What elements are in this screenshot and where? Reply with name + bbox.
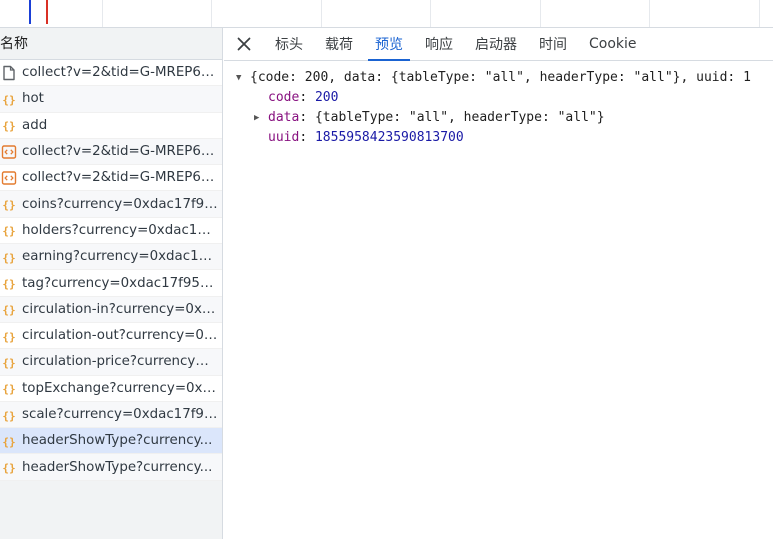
tab-response[interactable]: 响应	[414, 28, 464, 60]
xhr-icon: {}	[1, 354, 17, 370]
json-property-row: code: 200	[268, 90, 339, 105]
request-name: circulation-in?currency=0xd...	[22, 301, 218, 317]
waterfall-gridline	[759, 0, 760, 27]
svg-text:{}: {}	[2, 93, 15, 106]
json-value: {tableType: "all", headerType: "all"}	[314, 110, 605, 125]
tab-preview[interactable]: 预览	[364, 28, 414, 61]
svg-text:{}: {}	[2, 356, 15, 369]
request-name: hot	[22, 91, 44, 107]
json-key: data	[268, 110, 300, 125]
request-row[interactable]: {} tag?currency=0xdac17f958...	[0, 270, 222, 297]
waterfall-gridline	[540, 0, 541, 27]
request-row[interactable]: collect?v=2&tid=G-MREP6F...	[0, 60, 222, 87]
waterfall-gridline	[321, 0, 322, 27]
request-name: scale?currency=0xdac17f95...	[22, 407, 218, 422]
waterfall-gridline	[430, 0, 431, 27]
xhr-icon: {}	[1, 433, 17, 449]
xhr-icon: {}	[1, 380, 17, 396]
waterfall-gridline	[649, 0, 650, 27]
svg-text:{}: {}	[2, 278, 15, 291]
request-name: circulation-out?currency=0x...	[22, 328, 218, 344]
xhr-icon: {}	[1, 91, 17, 107]
request-name: collect?v=2&tid=G-MREP6F...	[22, 170, 218, 186]
json-key: uuid	[268, 130, 300, 145]
request-row[interactable]: {} circulation-in?currency=0xd...	[0, 296, 222, 323]
waterfall-gridline	[102, 0, 103, 27]
tab-initiator[interactable]: 启动器	[464, 28, 528, 60]
xhr-icon: {}	[1, 301, 17, 317]
json-value: 200	[314, 90, 339, 105]
script-icon	[1, 144, 17, 160]
request-row[interactable]: {} circulation-out?currency=0x...	[0, 322, 222, 350]
svg-text:{}: {}	[2, 120, 15, 133]
request-row[interactable]: {} headerShowType?currency...	[0, 428, 222, 455]
name-column-header[interactable]: 名称	[0, 28, 222, 60]
json-key: code	[268, 90, 300, 105]
request-name: circulation-price?currency=...	[22, 354, 218, 370]
svg-text:{}: {}	[2, 409, 15, 422]
svg-text:{}: {}	[2, 462, 15, 475]
request-name: earning?currency=0xdac17f...	[22, 249, 218, 265]
json-property-row: uuid: 1855958423590813700	[268, 130, 464, 145]
svg-text:{}: {}	[2, 304, 15, 317]
request-row[interactable]: {} coins?currency=0xdac17f95...	[0, 191, 222, 218]
xhr-icon: {}	[1, 222, 17, 238]
tab-payload[interactable]: 载荷	[314, 28, 364, 60]
waterfall-gridline	[211, 0, 212, 27]
svg-text:{}: {}	[2, 225, 15, 238]
svg-text:{}: {}	[2, 383, 15, 396]
waterfall-bar-red	[46, 0, 48, 24]
request-row[interactable]: {} add	[0, 112, 222, 139]
xhr-icon: {}	[1, 459, 17, 475]
request-row[interactable]: {} circulation-price?currency=...	[0, 349, 222, 376]
xhr-icon: {}	[1, 275, 17, 291]
expanded-triangle-icon[interactable]: ▼	[236, 68, 250, 88]
request-row[interactable]: {} holders?currency=0xdac17f...	[0, 217, 222, 245]
waterfall-bar-blue	[29, 0, 31, 24]
request-name: add	[22, 117, 48, 133]
waterfall-overview	[0, 0, 773, 28]
request-row[interactable]: {} scale?currency=0xdac17f95...	[0, 401, 222, 429]
json-root-summary: {code: 200, data: {tableType: "all", hea…	[250, 70, 751, 85]
details-tabbar: 标头 载荷 预览 响应 启动器 时间 Cookie	[224, 28, 773, 61]
xhr-icon: {}	[1, 328, 17, 344]
request-name: headerShowType?currency...	[22, 459, 213, 475]
collapsed-triangle-icon[interactable]: ▶	[254, 108, 268, 128]
svg-text:{}: {}	[2, 199, 15, 212]
svg-text:{}: {}	[2, 251, 15, 264]
request-name: collect?v=2&tid=G-MREP6F...	[22, 144, 218, 160]
request-details-panel: 标头 载荷 预览 响应 启动器 时间 Cookie ▼ {code: 200, d…	[224, 28, 773, 539]
svg-text:{}: {}	[2, 330, 15, 343]
request-name: coins?currency=0xdac17f95...	[22, 196, 218, 212]
tab-cookies[interactable]: Cookie	[578, 28, 648, 60]
request-list-panel: 名称 collect?v=2&tid=G-MREP6F... {} hot {} add…	[0, 28, 223, 539]
svg-text:{}: {}	[2, 435, 15, 448]
json-preview: ▼ {code: 200, data: {tableType: "all", he…	[224, 61, 773, 148]
close-icon	[237, 37, 251, 51]
request-row[interactable]: {} headerShowType?currency...	[0, 454, 222, 481]
tab-timing[interactable]: 时间	[528, 28, 578, 60]
close-details-button[interactable]	[224, 28, 264, 60]
json-root-row[interactable]: ▼ {code: 200, data: {tableType: "all", he…	[236, 68, 773, 88]
json-property-row[interactable]: ▶ data: {tableType: "all", headerType: "a…	[236, 108, 773, 128]
request-list: collect?v=2&tid=G-MREP6F... {} hot {} add col…	[0, 60, 222, 481]
request-row[interactable]: {} topExchange?currency=0xd...	[0, 375, 222, 402]
request-row[interactable]: {} hot	[0, 86, 222, 113]
document-icon	[1, 65, 17, 81]
xhr-icon: {}	[1, 196, 17, 212]
request-name: tag?currency=0xdac17f958...	[22, 275, 218, 291]
request-row[interactable]: collect?v=2&tid=G-MREP6F...	[0, 138, 222, 166]
request-row[interactable]: collect?v=2&tid=G-MREP6F...	[0, 165, 222, 192]
json-value: 1855958423590813700	[314, 130, 464, 145]
request-name: topExchange?currency=0xd...	[22, 380, 218, 396]
xhr-icon: {}	[1, 249, 17, 265]
tab-headers[interactable]: 标头	[264, 28, 314, 60]
xhr-icon: {}	[1, 407, 17, 423]
xhr-icon: {}	[1, 117, 17, 133]
request-row[interactable]: {} earning?currency=0xdac17f...	[0, 244, 222, 271]
request-name: headerShowType?currency...	[22, 433, 213, 449]
request-name: collect?v=2&tid=G-MREP6F...	[22, 65, 218, 81]
script-icon	[1, 170, 17, 186]
request-name: holders?currency=0xdac17f...	[22, 222, 218, 238]
